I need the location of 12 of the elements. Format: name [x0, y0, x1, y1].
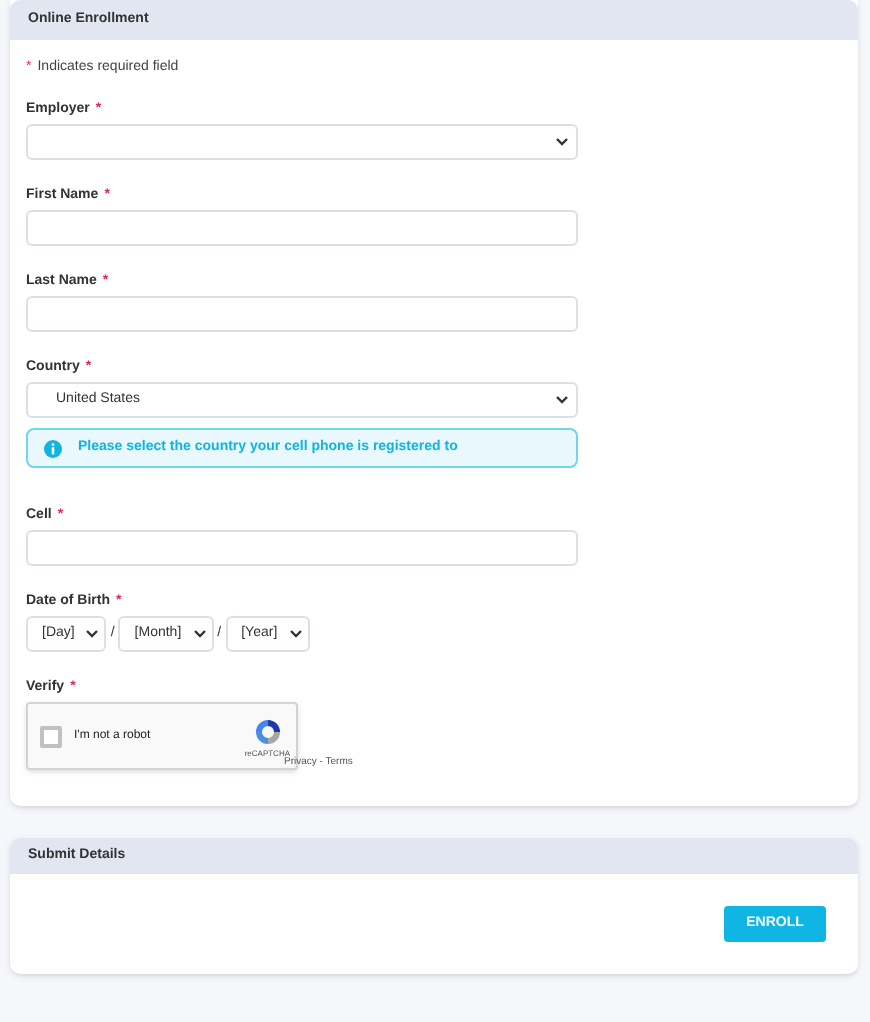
info-icon: [44, 439, 62, 457]
select-field[interactable]: [26, 124, 578, 160]
chevron-icon: [556, 396, 568, 404]
input-field[interactable]: [26, 210, 578, 246]
input-field[interactable]: [26, 530, 578, 566]
chevron-icon: [86, 630, 99, 638]
chevron-icon: [289, 630, 302, 638]
chevron-icon: [193, 630, 206, 638]
recaptcha-logo-icon: [253, 718, 282, 746]
captcha-checkbox[interactable]: [40, 725, 62, 747]
input-field[interactable]: [26, 296, 578, 332]
chevron-icon: [556, 138, 568, 146]
